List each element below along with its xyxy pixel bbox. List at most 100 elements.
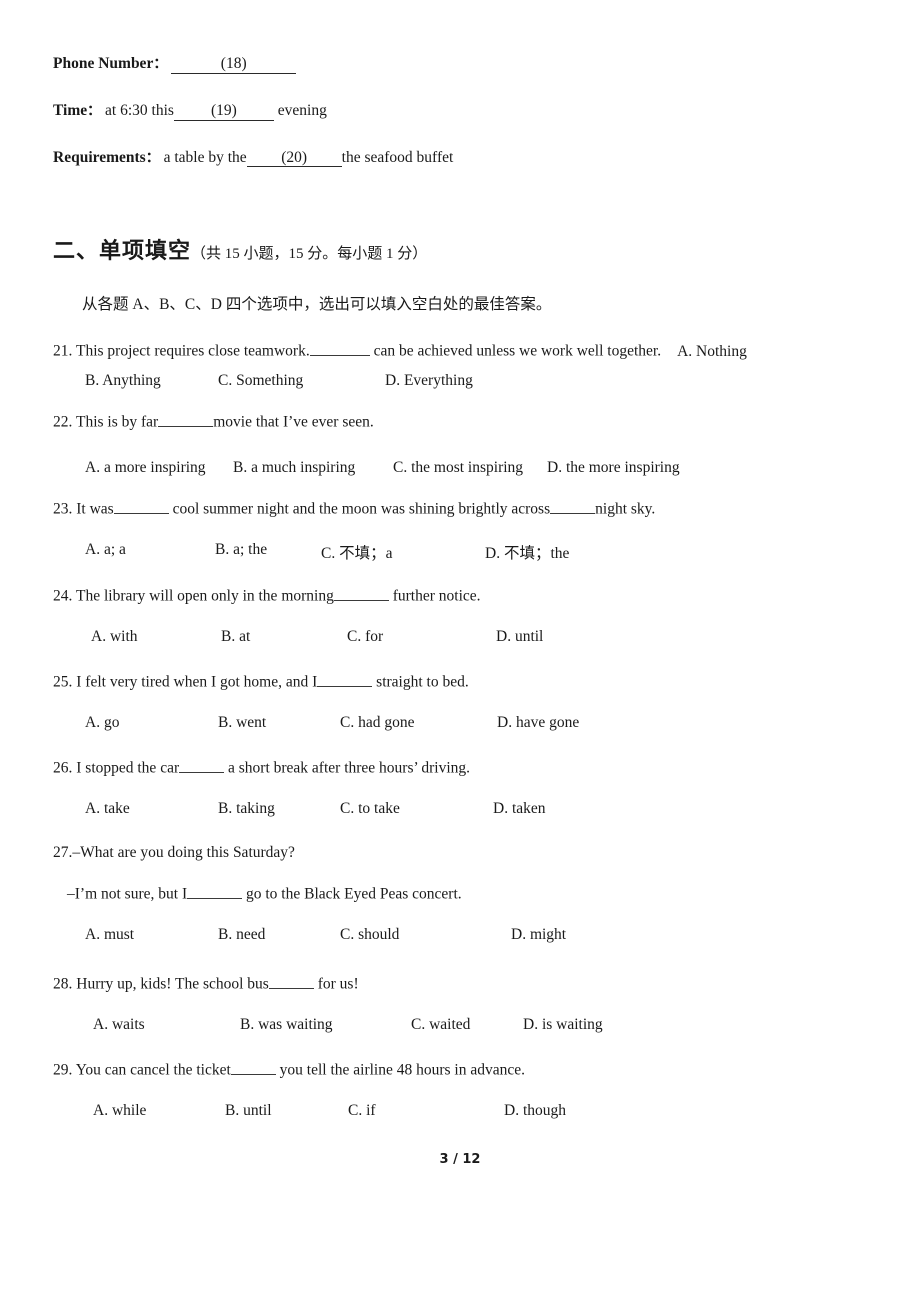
- question-21-option-d[interactable]: D. Everything: [385, 372, 473, 390]
- answer-blank-18[interactable]: (18): [171, 55, 297, 74]
- question-26-option-b[interactable]: B. taking: [218, 800, 275, 818]
- question-25-option-c[interactable]: C. had gone: [340, 714, 414, 732]
- question-27-option-b[interactable]: B. need: [218, 926, 265, 944]
- question-22-blank[interactable]: [158, 411, 214, 427]
- form-colon-requirements: ：: [145, 150, 160, 166]
- question-22-stem-before: This is by far: [75, 413, 159, 431]
- question-27-stem-before: –I’m not sure, but I: [67, 886, 188, 904]
- question-23-blank-2[interactable]: [550, 498, 596, 514]
- question-26-option-a[interactable]: A. take: [85, 800, 130, 818]
- question-26-number: 26.: [53, 759, 73, 777]
- question-23-option-a[interactable]: A. a; a: [85, 541, 126, 559]
- question-27-option-a[interactable]: A. must: [85, 926, 134, 944]
- question-28-option-a[interactable]: A. waits: [93, 1016, 145, 1034]
- question-29-blank[interactable]: [230, 1059, 276, 1075]
- question-24-blank[interactable]: [333, 585, 389, 601]
- question-27-stem-line2: –I’m not sure, but I go to the Black Eye…: [53, 883, 903, 904]
- question-27: 27.–What are you doing this Saturday? –I…: [53, 843, 903, 948]
- form-label-time: Time: [53, 101, 88, 119]
- section-title: 二、单项填空: [53, 239, 192, 264]
- question-23-blank-1[interactable]: [113, 498, 169, 514]
- question-24-stem: 24. The library will open only in the mo…: [53, 585, 903, 606]
- question-25-option-d[interactable]: D. have gone: [497, 714, 579, 732]
- question-28-stem-before: Hurry up, kids! The school bus: [76, 975, 269, 993]
- question-24-option-b[interactable]: B. at: [221, 628, 250, 646]
- question-22-option-c[interactable]: C. the most inspiring: [393, 459, 523, 477]
- question-28-options: A. waits B. was waiting C. waited D. is …: [53, 1016, 903, 1038]
- question-26-blank[interactable]: [179, 757, 225, 773]
- question-22-stem-after: movie that I’ve ever seen.: [213, 413, 374, 431]
- question-26-option-c[interactable]: C. to take: [340, 800, 400, 818]
- question-27-blank[interactable]: [187, 883, 243, 900]
- question-29-stem-before: You can cancel the ticket: [75, 1061, 231, 1079]
- question-22-option-d[interactable]: D. the more inspiring: [547, 459, 680, 477]
- question-25: 25. I felt very tired when I got home, a…: [53, 671, 903, 736]
- question-29-options: A. while B. until C. if D. though: [53, 1102, 903, 1124]
- form-row-phone-number: Phone Number： (18): [53, 55, 853, 74]
- question-29-option-c[interactable]: C. if: [348, 1102, 376, 1120]
- answer-blank-19[interactable]: (19): [173, 102, 274, 121]
- question-22-number: 22.: [53, 413, 73, 431]
- form-text-requirements-before: a table by the: [163, 148, 247, 166]
- question-26-option-d[interactable]: D. taken: [493, 800, 546, 818]
- question-28-option-b[interactable]: B. was waiting: [240, 1016, 333, 1034]
- question-21-option-b[interactable]: B. Anything: [85, 372, 161, 390]
- question-23-stem-mid: cool summer night and the moon was shini…: [172, 500, 551, 518]
- question-28-blank[interactable]: [268, 973, 314, 989]
- question-29-option-a[interactable]: A. while: [93, 1102, 146, 1120]
- question-27-option-c[interactable]: C. should: [340, 926, 399, 944]
- form-colon-time: ：: [87, 103, 102, 119]
- form-row-time: Time： at 6:30 this (19) evening: [53, 102, 853, 121]
- question-28-option-d[interactable]: D. is waiting: [523, 1016, 603, 1034]
- question-24-option-d[interactable]: D. until: [496, 628, 543, 646]
- form-text-time-after: evening: [277, 101, 327, 119]
- question-23-options: A. a; a B. a; the C. 不填；a D. 不填；the: [53, 541, 903, 563]
- question-21-stem: 21. This project requires close teamwork…: [53, 340, 903, 361]
- question-25-stem-after: straight to bed.: [376, 673, 469, 691]
- question-21-option-c[interactable]: C. Something: [218, 372, 303, 390]
- question-27-stem-q: –What are you doing this Saturday?: [72, 844, 295, 861]
- question-26-options: A. take B. taking C. to take D. taken: [53, 800, 903, 822]
- question-21-blank[interactable]: [309, 340, 370, 356]
- question-23-number: 23.: [53, 500, 73, 518]
- question-29-option-b[interactable]: B. until: [225, 1102, 272, 1120]
- question-24-number: 24.: [53, 587, 73, 605]
- question-25-blank[interactable]: [317, 671, 373, 687]
- question-21-options: B. Anything C. Something D. Everything: [53, 372, 903, 394]
- question-28: 28. Hurry up, kids! The school bus for u…: [53, 973, 903, 1038]
- question-21-option-a[interactable]: A. Nothing: [661, 343, 747, 360]
- question-29-number: 29.: [53, 1061, 73, 1079]
- question-23-option-c[interactable]: C. 不填；a: [321, 541, 392, 563]
- question-23-stem-after: night sky.: [595, 500, 656, 518]
- question-28-stem: 28. Hurry up, kids! The school bus for u…: [53, 973, 903, 994]
- question-29: 29. You can cancel the ticket you tell t…: [53, 1059, 903, 1124]
- exam-page: Phone Number： (18) Time： at 6:30 this (19…: [0, 0, 920, 1302]
- question-27-option-d[interactable]: D. might: [511, 926, 566, 944]
- section-heading: 二、单项填空（共 15 小题，15 分。每小题 1 分）: [53, 233, 427, 265]
- question-26-stem-before: I stopped the car: [76, 759, 180, 777]
- question-23-stem-before: It was: [76, 500, 114, 518]
- form-row-requirements: Requirements： a table by the (20) the seaf…: [53, 149, 853, 168]
- question-22: 22. This is by far movie that I’ve ever s…: [53, 411, 903, 481]
- question-24-option-a[interactable]: A. with: [91, 628, 138, 646]
- question-23-option-b[interactable]: B. a; the: [215, 541, 267, 559]
- question-27-options: A. must B. need C. should D. might: [53, 926, 903, 948]
- question-24-stem-before: The library will open only in the mornin…: [75, 587, 334, 605]
- answer-blank-20[interactable]: (20): [246, 149, 342, 168]
- question-22-option-a[interactable]: A. a more inspiring: [85, 459, 206, 477]
- question-24-options: A. with B. at C. for D. until: [53, 628, 903, 650]
- form-text-requirements-after: the seafood buffet: [341, 148, 454, 166]
- question-26-stem: 26. I stopped the car a short break afte…: [53, 757, 903, 778]
- question-23-option-d[interactable]: D. 不填；the: [485, 541, 569, 563]
- question-29-option-d[interactable]: D. though: [504, 1102, 566, 1120]
- question-26: 26. I stopped the car a short break afte…: [53, 757, 903, 822]
- question-27-stem-line1: 27.–What are you doing this Saturday?: [53, 843, 903, 862]
- question-25-stem-before: I felt very tired when I got home, and I: [76, 673, 318, 691]
- question-28-option-c[interactable]: C. waited: [411, 1016, 470, 1034]
- question-24-option-c[interactable]: C. for: [347, 628, 383, 646]
- question-22-option-b[interactable]: B. a much inspiring: [233, 459, 355, 477]
- question-25-option-b[interactable]: B. went: [218, 714, 266, 732]
- question-24-stem-after: further notice.: [392, 587, 481, 605]
- question-29-stem: 29. You can cancel the ticket you tell t…: [53, 1059, 903, 1080]
- question-25-option-a[interactable]: A. go: [85, 714, 119, 732]
